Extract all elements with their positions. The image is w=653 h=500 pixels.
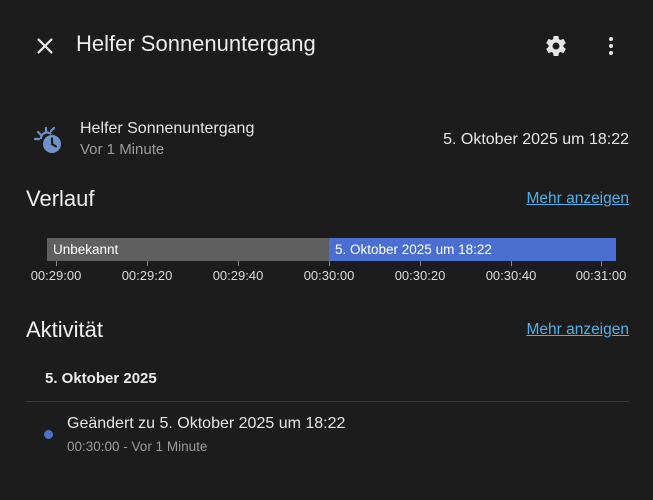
history-timeline[interactable]: Unbekannt 5. Oktober 2025 um 18:22 xyxy=(47,238,616,261)
dialog-header: Helfer Sonnenuntergang xyxy=(0,0,653,90)
divider xyxy=(26,401,629,402)
axis-tick xyxy=(420,261,421,266)
more-options-button[interactable] xyxy=(593,28,629,64)
axis-tick xyxy=(56,261,57,266)
timeline-segment-unknown[interactable]: Unbekannt xyxy=(47,238,329,261)
axis-tick xyxy=(147,261,148,266)
activity-time: 00:30:00 - Vor 1 Minute xyxy=(67,439,208,454)
entity-last-changed: Vor 1 Minute xyxy=(80,141,165,158)
close-icon xyxy=(37,38,53,54)
axis-tick xyxy=(511,261,512,266)
axis-tick-label: 00:29:20 xyxy=(121,268,173,283)
history-title: Verlauf xyxy=(26,186,95,211)
entity-name: Helfer Sonnenuntergang xyxy=(80,120,255,137)
settings-button[interactable] xyxy=(538,28,574,64)
axis-tick-label: 00:30:40 xyxy=(485,268,537,283)
activity-message: Geändert zu 5. Oktober 2025 um 18:22 xyxy=(67,415,346,432)
activity-more-link[interactable]: Mehr anzeigen xyxy=(526,321,629,339)
axis-tick-label: 00:30:00 xyxy=(303,268,355,283)
axis-tick-label: 00:29:40 xyxy=(212,268,264,283)
close-button[interactable] xyxy=(27,28,63,64)
timeline-segment-date[interactable]: 5. Oktober 2025 um 18:22 xyxy=(329,238,616,261)
activity-title: Aktivität xyxy=(26,317,104,342)
activity-date-group: 5. Oktober 2025 xyxy=(45,370,157,387)
axis-tick xyxy=(329,261,330,266)
clock-sun-icon xyxy=(33,126,61,153)
dots-vertical-icon xyxy=(609,37,613,55)
axis-tick xyxy=(601,261,602,266)
more-info-dialog: Helfer Sonnenuntergang Helfer Sonnenunte… xyxy=(0,0,653,500)
history-more-link[interactable]: Mehr anzeigen xyxy=(526,190,629,208)
dialog-title: Helfer Sonnenuntergang xyxy=(76,31,316,56)
axis-tick xyxy=(238,261,239,266)
gear-icon xyxy=(546,36,566,56)
entity-state: 5. Oktober 2025 um 18:22 xyxy=(443,131,629,148)
axis-tick-label: 00:31:00 xyxy=(575,268,627,283)
activity-dot xyxy=(44,430,53,439)
timeline-axis: 00:29:00 00:29:20 00:29:40 00:30:00 00:3… xyxy=(0,261,653,291)
entity-row: Helfer Sonnenuntergang Vor 1 Minute 5. O… xyxy=(0,110,653,170)
axis-tick-label: 00:29:00 xyxy=(30,268,82,283)
axis-tick-label: 00:30:20 xyxy=(394,268,446,283)
